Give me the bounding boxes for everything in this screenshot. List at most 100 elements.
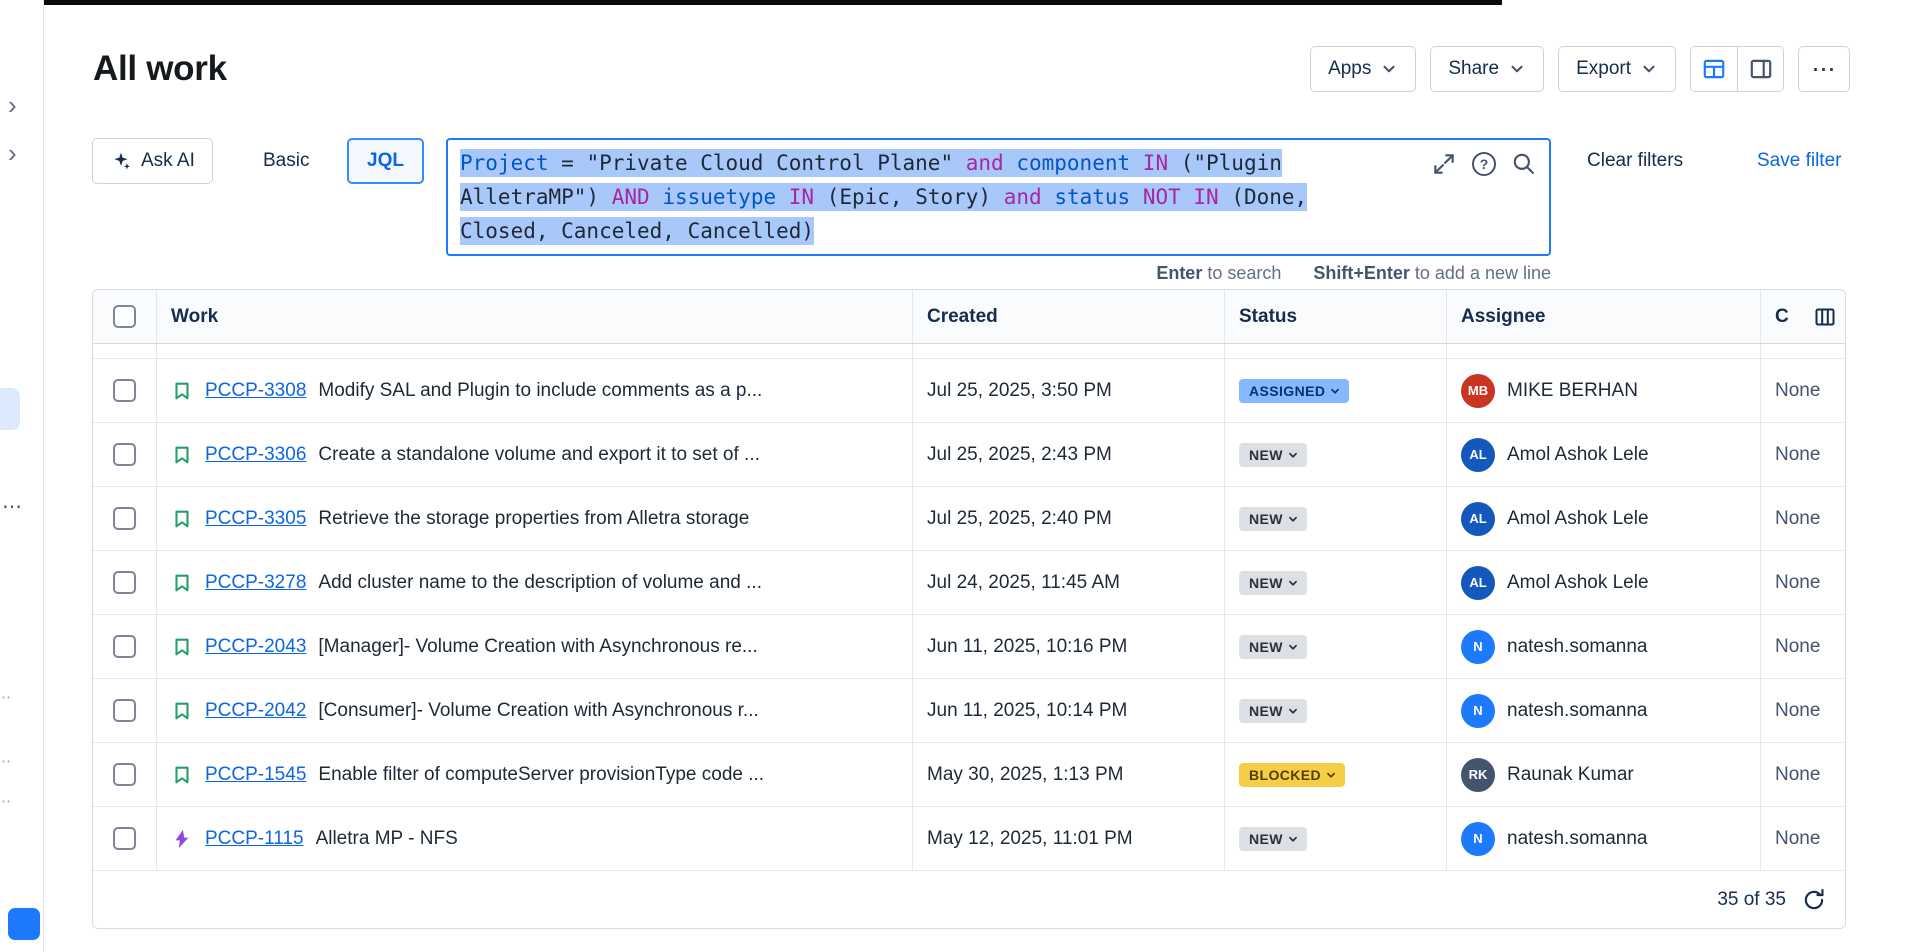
- status-dropdown[interactable]: NEW: [1239, 635, 1307, 659]
- issue-key-link[interactable]: PCCP-2043: [205, 636, 306, 658]
- row-checkbox[interactable]: [113, 827, 136, 850]
- side-panel-view-button[interactable]: [1737, 47, 1783, 91]
- help-icon[interactable]: ?: [1472, 152, 1496, 176]
- more-actions-button[interactable]: ⋯: [1798, 46, 1850, 92]
- status-dropdown[interactable]: NEW: [1239, 699, 1307, 723]
- assignee-cell: Nnatesh.somanna: [1447, 679, 1761, 742]
- row-checkbox[interactable]: [113, 763, 136, 786]
- extra-cell: None: [1761, 807, 1846, 870]
- configure-columns-button[interactable]: [1813, 305, 1837, 329]
- row-select-cell: [93, 551, 157, 614]
- created-cell: Jun 11, 2025, 10:14 PM: [913, 679, 1225, 742]
- created-cell: Jun 11, 2025, 10:16 PM: [913, 615, 1225, 678]
- status-cell: NEW: [1225, 487, 1447, 550]
- work-cell: PCCP-1545Enable filter of computeServer …: [157, 743, 913, 806]
- status-dropdown[interactable]: NEW: [1239, 571, 1307, 595]
- table-view-button[interactable]: [1691, 47, 1737, 91]
- row-checkbox[interactable]: [113, 443, 136, 466]
- jql-mode-tab[interactable]: JQL: [347, 138, 424, 184]
- ask-ai-label: Ask AI: [141, 150, 195, 172]
- epic-icon: [171, 828, 193, 850]
- table-row: PCCP-2042 [Consumer]- Volume Creation wit…: [93, 679, 1845, 743]
- status-cell: NEW: [1225, 807, 1447, 870]
- issue-key-link[interactable]: PCCP-1545: [205, 764, 306, 786]
- refresh-icon: [1801, 887, 1827, 913]
- chevron-down-icon: [1328, 384, 1342, 398]
- columns-icon: [1813, 305, 1837, 329]
- share-button-label: Share: [1448, 58, 1499, 80]
- chevron-down-icon: [1380, 60, 1398, 78]
- created-cell: May 30, 2025, 1:13 PM: [913, 743, 1225, 806]
- sidebar-selected-item[interactable]: [0, 388, 20, 430]
- ask-ai-button[interactable]: Ask AI: [92, 138, 213, 184]
- jql-hints: Enter to searchShift+Enter to add a new …: [446, 263, 1551, 284]
- story-icon: [171, 572, 193, 594]
- issue-key-link[interactable]: PCCP-3308: [205, 380, 306, 402]
- issue-summary: [Consumer]- Volume Creation with Asynchr…: [318, 700, 758, 722]
- issue-key-link[interactable]: PCCP-2042: [205, 700, 306, 722]
- status-dropdown[interactable]: NEW: [1239, 443, 1307, 467]
- created-cell: Jul 25, 2025, 2:40 PM: [913, 487, 1225, 550]
- chevron-right-icon[interactable]: ›: [8, 140, 17, 166]
- share-button[interactable]: Share: [1430, 46, 1544, 92]
- issue-summary: Add cluster name to the description of v…: [318, 572, 762, 594]
- basic-mode-tab[interactable]: Basic: [257, 138, 315, 184]
- status-cell: NEW: [1225, 679, 1447, 742]
- row-checkbox[interactable]: [113, 699, 136, 722]
- ellipsis-icon[interactable]: ⋯: [2, 494, 22, 519]
- issue-summary: [Manager]- Volume Creation with Asynchro…: [318, 636, 757, 658]
- enter-hint-text: to search: [1202, 263, 1281, 283]
- row-checkbox[interactable]: [113, 379, 136, 402]
- chevron-down-icon: [1508, 60, 1526, 78]
- search-icon[interactable]: [1511, 151, 1537, 177]
- issue-key-link[interactable]: PCCP-3306: [205, 444, 306, 466]
- status-dropdown[interactable]: NEW: [1239, 507, 1307, 531]
- apps-button[interactable]: Apps: [1310, 46, 1416, 92]
- jql-lines: Project = "Private Cloud Control Plane" …: [460, 146, 1429, 248]
- column-header-assignee[interactable]: Assignee: [1447, 290, 1761, 343]
- assignee-name: natesh.somanna: [1507, 700, 1648, 722]
- status-dropdown[interactable]: ASSIGNED: [1239, 379, 1349, 403]
- select-all-cell: [93, 290, 157, 343]
- assignee-name: Amol Ashok Lele: [1507, 508, 1649, 530]
- issue-key-link[interactable]: PCCP-3305: [205, 508, 306, 530]
- column-header-status[interactable]: Status: [1225, 290, 1447, 343]
- issue-summary: Create a standalone volume and export it…: [318, 444, 759, 466]
- work-table: Work Created Status Assignee C PCCP-3308…: [92, 289, 1846, 929]
- table-row: PCCP-3305Retrieve the storage properties…: [93, 487, 1845, 551]
- extra-cell: None: [1761, 551, 1846, 614]
- clear-filters-button[interactable]: Clear filters: [1587, 138, 1683, 184]
- column-header-created[interactable]: Created: [913, 290, 1225, 343]
- chevron-right-icon[interactable]: ›: [8, 92, 17, 118]
- row-checkbox[interactable]: [113, 507, 136, 530]
- chevron-down-icon: [1286, 640, 1300, 654]
- status-dropdown[interactable]: BLOCKED: [1239, 763, 1345, 787]
- assignee-cell: Nnatesh.somanna: [1447, 615, 1761, 678]
- save-filter-link[interactable]: Save filter: [1757, 138, 1841, 184]
- table-row: PCCP-1115Alletra MP - NFSMay 12, 2025, 1…: [93, 807, 1845, 871]
- extra-cell: None: [1761, 615, 1846, 678]
- created-cell: Jul 25, 2025, 2:43 PM: [913, 423, 1225, 486]
- expand-icon[interactable]: [1431, 151, 1457, 177]
- status-dropdown[interactable]: NEW: [1239, 827, 1307, 851]
- table-row: PCCP-3278 Add cluster name to the descrip…: [93, 551, 1845, 615]
- sidebar-app-icon[interactable]: [8, 908, 40, 940]
- refresh-button[interactable]: [1801, 887, 1827, 913]
- export-button-label: Export: [1576, 58, 1631, 80]
- story-icon: [171, 508, 193, 530]
- select-all-checkbox[interactable]: [113, 305, 136, 328]
- work-cell: PCCP-3278 Add cluster name to the descrip…: [157, 551, 913, 614]
- created-cell: Jul 24, 2025, 11:45 AM: [913, 551, 1225, 614]
- page-title: All work: [93, 49, 227, 89]
- row-checkbox[interactable]: [113, 635, 136, 658]
- export-button[interactable]: Export: [1558, 46, 1676, 92]
- jql-editor[interactable]: Project = "Private Cloud Control Plane" …: [446, 138, 1551, 256]
- extra-cell: None: [1761, 423, 1846, 486]
- assignee-name: Amol Ashok Lele: [1507, 572, 1649, 594]
- issue-key-link[interactable]: PCCP-1115: [205, 828, 304, 850]
- issue-key-link[interactable]: PCCP-3278: [205, 572, 306, 594]
- more-icon: ⋯: [1812, 55, 1837, 84]
- row-checkbox[interactable]: [113, 571, 136, 594]
- column-header-truncated[interactable]: C: [1761, 290, 1846, 343]
- column-header-work[interactable]: Work: [157, 290, 913, 343]
